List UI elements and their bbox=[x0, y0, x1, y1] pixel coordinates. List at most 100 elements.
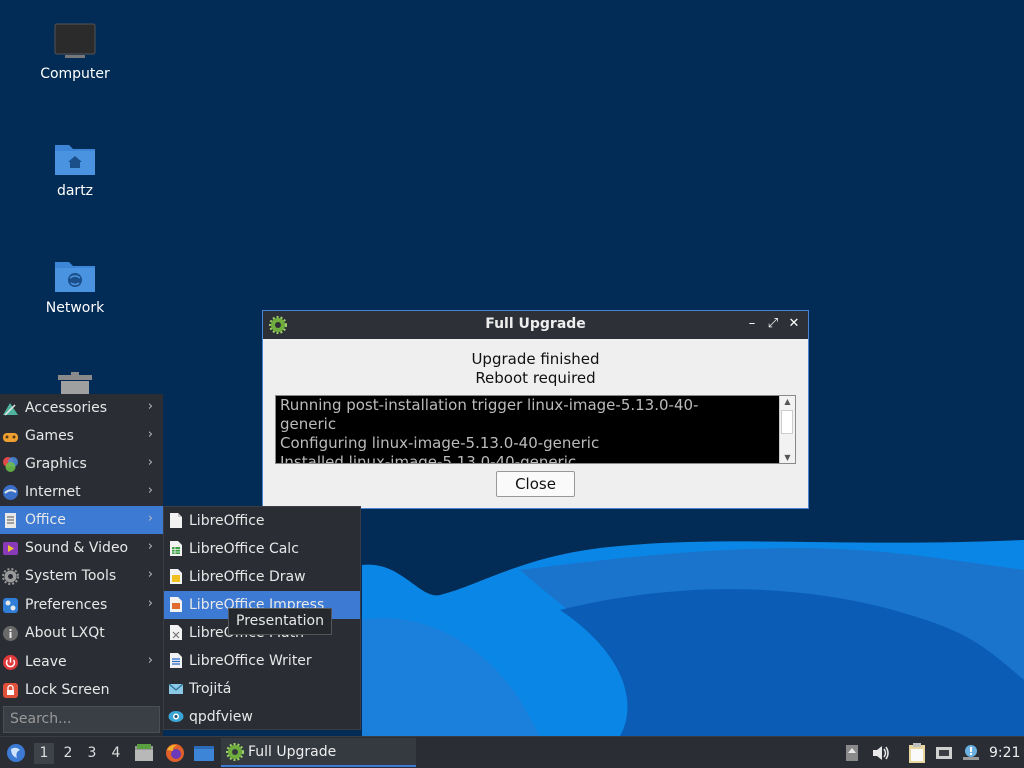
full-upgrade-dialog: Full Upgrade – ⤢ ✕ Upgrade finished Rebo… bbox=[262, 310, 809, 509]
chevron-right-icon: › bbox=[147, 427, 153, 442]
close-window-button[interactable]: ✕ bbox=[785, 315, 803, 333]
menu-item-label: Games bbox=[25, 428, 74, 444]
network-icon[interactable] bbox=[934, 743, 954, 763]
libreoffice-draw-icon bbox=[170, 569, 182, 584]
clipboard-icon[interactable] bbox=[906, 742, 928, 764]
file-manager-icon[interactable] bbox=[134, 743, 154, 763]
menu-item-leave[interactable]: Leave › bbox=[0, 648, 163, 676]
leave-icon bbox=[3, 655, 18, 670]
menu-item-label: Sound & Video bbox=[25, 540, 129, 556]
menu-item-label: System Tools bbox=[25, 568, 117, 584]
submenu-item-label: LibreOffice Calc bbox=[189, 541, 299, 557]
menu-item-about[interactable]: About LXQt bbox=[0, 619, 163, 647]
minimize-button[interactable]: – bbox=[743, 315, 761, 333]
libreoffice-icon bbox=[170, 513, 182, 528]
libreoffice-writer-icon bbox=[170, 653, 182, 668]
chevron-right-icon: › bbox=[147, 483, 153, 498]
workspace-1[interactable]: 1 bbox=[34, 743, 54, 764]
lxqt-menu-icon[interactable] bbox=[5, 742, 27, 764]
menu-item-label: Lock Screen bbox=[25, 682, 110, 698]
log-line: Installed linux-image-5.13.0-40-generic bbox=[280, 453, 577, 464]
show-desktop-icon[interactable] bbox=[193, 744, 215, 764]
menu-item-label: Graphics bbox=[25, 456, 87, 472]
submenu-item-label: qpdfview bbox=[189, 709, 253, 725]
menu-item-system-tools[interactable]: System Tools › bbox=[0, 562, 163, 590]
scroll-down-icon[interactable]: ▼ bbox=[780, 453, 795, 462]
menu-item-label: About LXQt bbox=[25, 625, 105, 641]
status-line-2: Reboot required bbox=[475, 369, 596, 387]
menu-item-accessories[interactable]: Accessories › bbox=[0, 394, 163, 422]
application-menu: Accessories › Games › Graphics › Interne… bbox=[0, 394, 163, 737]
log-scrollbar[interactable]: ▲ ▼ bbox=[779, 396, 795, 463]
clock: 9:21 bbox=[989, 745, 1021, 761]
trash-icon bbox=[58, 372, 92, 394]
gear-icon bbox=[226, 743, 244, 761]
submenu-item-label: LibreOffice Writer bbox=[189, 653, 312, 669]
libreoffice-calc-icon bbox=[170, 541, 182, 556]
chevron-right-icon: › bbox=[147, 539, 153, 554]
update-notifier-icon[interactable] bbox=[844, 743, 860, 763]
office-icon bbox=[5, 513, 16, 528]
close-button[interactable]: Close bbox=[496, 471, 575, 497]
volume-icon[interactable] bbox=[871, 743, 891, 763]
workspace-4[interactable]: 4 bbox=[106, 743, 126, 764]
menu-item-preferences[interactable]: Preferences › bbox=[0, 591, 163, 619]
about-icon bbox=[3, 626, 18, 641]
menu-item-label: Preferences bbox=[25, 597, 108, 613]
desktop-icon-computer[interactable]: Computer bbox=[20, 22, 130, 82]
computer-icon bbox=[54, 23, 96, 58]
chevron-right-icon: › bbox=[147, 511, 153, 526]
scroll-thumb[interactable] bbox=[781, 410, 793, 434]
menu-item-sound-video[interactable]: Sound & Video › bbox=[0, 534, 163, 562]
menu-item-graphics[interactable]: Graphics › bbox=[0, 450, 163, 478]
menu-item-label: Accessories bbox=[25, 400, 108, 416]
dialog-title: Full Upgrade bbox=[485, 316, 586, 332]
submenu-item-calc[interactable]: LibreOffice Calc bbox=[164, 535, 360, 563]
chevron-right-icon: › bbox=[147, 567, 153, 582]
desktop-icon-label: Computer bbox=[40, 66, 110, 82]
system-tools-icon bbox=[2, 568, 19, 585]
firefox-icon[interactable] bbox=[164, 742, 186, 764]
libreoffice-impress-icon bbox=[170, 597, 182, 612]
tooltip: Presentation bbox=[228, 608, 332, 635]
log-line: generic bbox=[280, 415, 337, 433]
submenu-item-qpdfview[interactable]: qpdfview bbox=[164, 703, 360, 731]
chevron-right-icon: › bbox=[147, 596, 153, 611]
notification-icon[interactable] bbox=[961, 743, 981, 763]
menu-item-label: Office bbox=[25, 512, 66, 528]
preferences-icon bbox=[3, 598, 18, 613]
workspace-2[interactable]: 2 bbox=[58, 743, 78, 764]
workspace-3[interactable]: 3 bbox=[82, 743, 102, 764]
scroll-up-icon[interactable]: ▲ bbox=[780, 397, 795, 406]
submenu-item-label: Trojitá bbox=[189, 681, 232, 697]
chevron-right-icon: › bbox=[147, 399, 153, 414]
maximize-button[interactable]: ⤢ bbox=[764, 315, 782, 333]
submenu-item-draw[interactable]: LibreOffice Draw bbox=[164, 563, 360, 591]
desktop-icon-home[interactable]: dartz bbox=[20, 139, 130, 199]
task-full-upgrade[interactable]: Full Upgrade bbox=[221, 738, 416, 767]
submenu-item-writer[interactable]: LibreOffice Writer bbox=[164, 647, 360, 675]
submenu-item-trojita[interactable]: Trojitá bbox=[164, 675, 360, 703]
menu-item-label: Leave bbox=[25, 654, 67, 670]
menu-item-games[interactable]: Games › bbox=[0, 422, 163, 450]
games-icon bbox=[3, 433, 18, 442]
task-label: Full Upgrade bbox=[248, 744, 337, 760]
lock-icon bbox=[3, 683, 18, 698]
submenu-item-libreoffice[interactable]: LibreOffice bbox=[164, 507, 360, 535]
log-lines: Running post-installation trigger linux-… bbox=[280, 396, 777, 464]
internet-icon bbox=[3, 485, 18, 500]
desktop-icon-network[interactable]: Network bbox=[20, 256, 130, 316]
menu-item-internet[interactable]: Internet › bbox=[0, 478, 163, 506]
sound-video-icon bbox=[3, 542, 18, 555]
qpdfview-icon bbox=[168, 711, 184, 722]
chevron-right-icon: › bbox=[147, 653, 153, 668]
log-output[interactable]: Running post-installation trigger linux-… bbox=[275, 395, 796, 464]
graphics-icon bbox=[3, 457, 18, 472]
log-line: Configuring linux-image-5.13.0-40-generi… bbox=[280, 434, 600, 452]
menu-item-office[interactable]: Office › bbox=[0, 506, 163, 534]
menu-search-input[interactable]: Search... bbox=[3, 706, 160, 733]
dialog-titlebar[interactable]: Full Upgrade – ⤢ ✕ bbox=[263, 311, 808, 339]
desktop-icon-label: Network bbox=[45, 300, 105, 316]
menu-item-lock-screen[interactable]: Lock Screen bbox=[0, 676, 163, 704]
network-folder-icon bbox=[55, 262, 95, 292]
